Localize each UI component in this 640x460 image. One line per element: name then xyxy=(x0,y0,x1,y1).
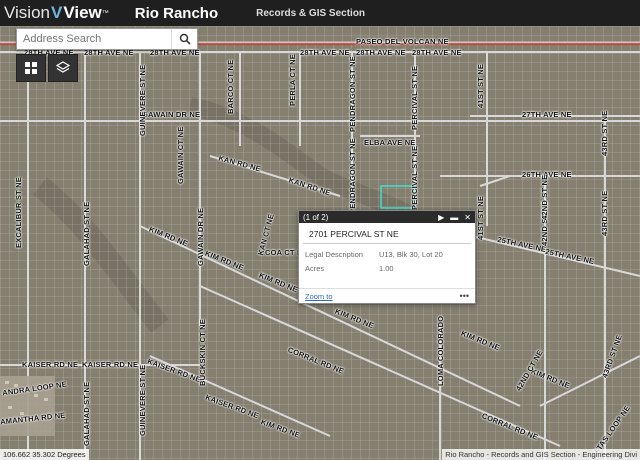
search-icon xyxy=(179,33,191,45)
more-options-icon[interactable]: ••• xyxy=(460,291,469,301)
popup-title: 2701 PERCIVAL ST NE xyxy=(303,223,471,244)
logo-v: V xyxy=(51,3,63,22)
logo-tm: ™ xyxy=(101,9,109,17)
address-search[interactable] xyxy=(16,28,198,50)
road-label: 43RD ST NE xyxy=(600,110,609,156)
next-icon[interactable]: ▶ xyxy=(438,213,444,222)
popup-attributes: Legal Description U13, Blk 30, Lot 20 Ac… xyxy=(303,248,445,276)
logo-view: View xyxy=(63,3,102,22)
road-label: PERCIVAL ST NE xyxy=(410,145,419,210)
road-label: BUCKSKIN CT NE xyxy=(198,319,207,386)
attribute-row: Legal Description U13, Blk 30, Lot 20 xyxy=(303,248,445,262)
road-label: GALAHAD ST NE xyxy=(82,381,91,446)
attribute-value: U13, Blk 30, Lot 20 xyxy=(378,250,443,259)
road-label: GALAHAD ST NE xyxy=(82,201,91,266)
road-label: LOMA COLORADO xyxy=(436,315,445,386)
search-button[interactable] xyxy=(171,29,197,49)
road-label: 28TH AVE NE xyxy=(356,48,406,57)
popup-count: (1 of 2) xyxy=(303,212,329,222)
road-label: 28TH AVE NE xyxy=(412,48,462,57)
zoom-to-link[interactable]: Zoom to xyxy=(305,292,460,301)
road-label: 41ST ST NE xyxy=(476,63,485,108)
road-label: GAWAIN DR NE xyxy=(196,207,205,266)
section-title: Records & GIS Section xyxy=(256,7,366,19)
app-header: Vision V View ™ Rio Rancho Records & GIS… xyxy=(0,0,640,26)
city-title: Rio Rancho xyxy=(134,4,219,22)
road-label: KAISER RD NE xyxy=(22,360,79,369)
road-label: 41ST ST NE xyxy=(476,195,485,240)
road-label: PERCIVAL ST NE xyxy=(410,65,419,130)
road-label: 43RD ST NE xyxy=(600,190,609,236)
road-label: 28TH AVE NE xyxy=(300,48,350,57)
map-attribution: Rio Rancho - Records and GIS Section - E… xyxy=(442,449,640,460)
road-label: 42ND ST NE xyxy=(540,174,549,220)
road-label: GUINEVERE ST NE xyxy=(138,364,147,436)
road-label: PERLA CT NE xyxy=(288,54,297,106)
basemap-button[interactable] xyxy=(16,54,46,82)
parcel-popup: (1 of 2) ▶ ▬ ✕ 2701 PERCIVAL ST NE Legal… xyxy=(298,210,476,304)
layers-button[interactable] xyxy=(48,54,78,82)
popup-footer: Zoom to ••• xyxy=(299,288,475,303)
road-label: PASEO DEL VOLCAN NE xyxy=(356,37,449,46)
maximize-icon[interactable]: ▬ xyxy=(450,213,458,222)
road-label: 27TH AVE NE xyxy=(522,110,572,119)
close-icon[interactable]: ✕ xyxy=(464,213,471,222)
search-input[interactable] xyxy=(17,29,172,49)
attribute-label: Legal Description xyxy=(305,250,363,259)
road-label: PENDRAGON ST NE xyxy=(348,138,357,214)
grid-icon xyxy=(25,62,37,74)
road-label: KAISER RD NE xyxy=(82,360,139,369)
attribute-value: 1.00 xyxy=(378,264,394,273)
road-label: EXCALIBUR ST NE xyxy=(14,177,23,248)
road-label: GUINEVERE ST NE xyxy=(138,64,147,136)
coordinate-readout: 106.662 35.302 Degrees xyxy=(0,449,89,460)
road-label: GAWAIN DR NE xyxy=(142,110,201,119)
attribute-label: Acres xyxy=(305,264,325,273)
popup-header: (1 of 2) ▶ ▬ ✕ xyxy=(299,211,475,223)
road-label: PENDRAGON ST NE xyxy=(348,56,357,132)
layers-icon xyxy=(55,61,71,73)
road-label: BARCO CT NE xyxy=(226,59,235,114)
logo-vision: Vision xyxy=(4,3,50,22)
visionview-logo[interactable]: Vision V View ™ xyxy=(4,3,109,23)
attribute-row: Acres 1.00 xyxy=(303,262,445,276)
road-label: GAWAIN CT NE xyxy=(176,126,185,184)
road-label: ELBA AVE NE xyxy=(364,138,416,147)
